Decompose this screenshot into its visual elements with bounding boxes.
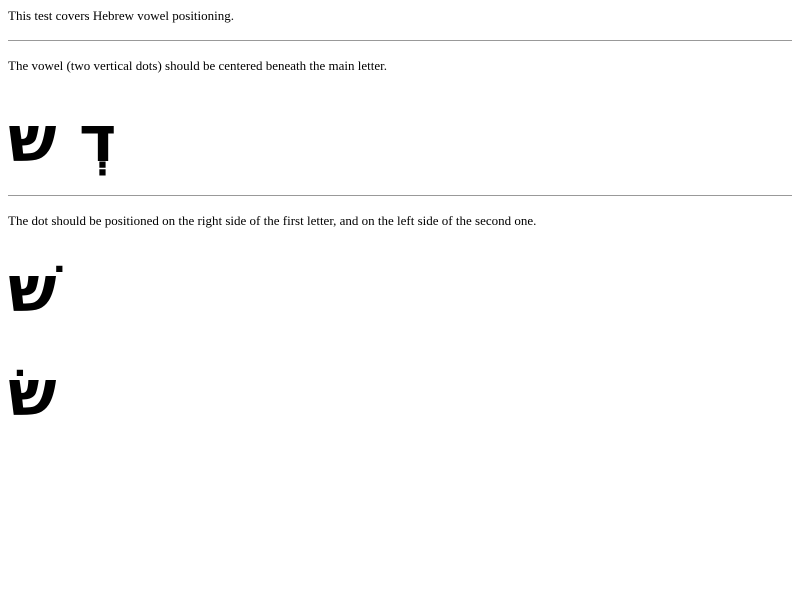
hebrew-shin-sample: שׁ: [8, 253, 57, 327]
vowel-instruction: The vowel (two vertical dots) should be …: [8, 58, 388, 73]
hebrew-vowel-sample: דְ ש: [8, 103, 117, 177]
hebrew-sin-sample: שׂ: [8, 357, 57, 431]
divider: [8, 40, 792, 41]
divider: [8, 195, 792, 196]
intro-text: This test covers Hebrew vowel positionin…: [8, 8, 235, 23]
dot-instruction: The dot should be positioned on the righ…: [8, 213, 537, 228]
